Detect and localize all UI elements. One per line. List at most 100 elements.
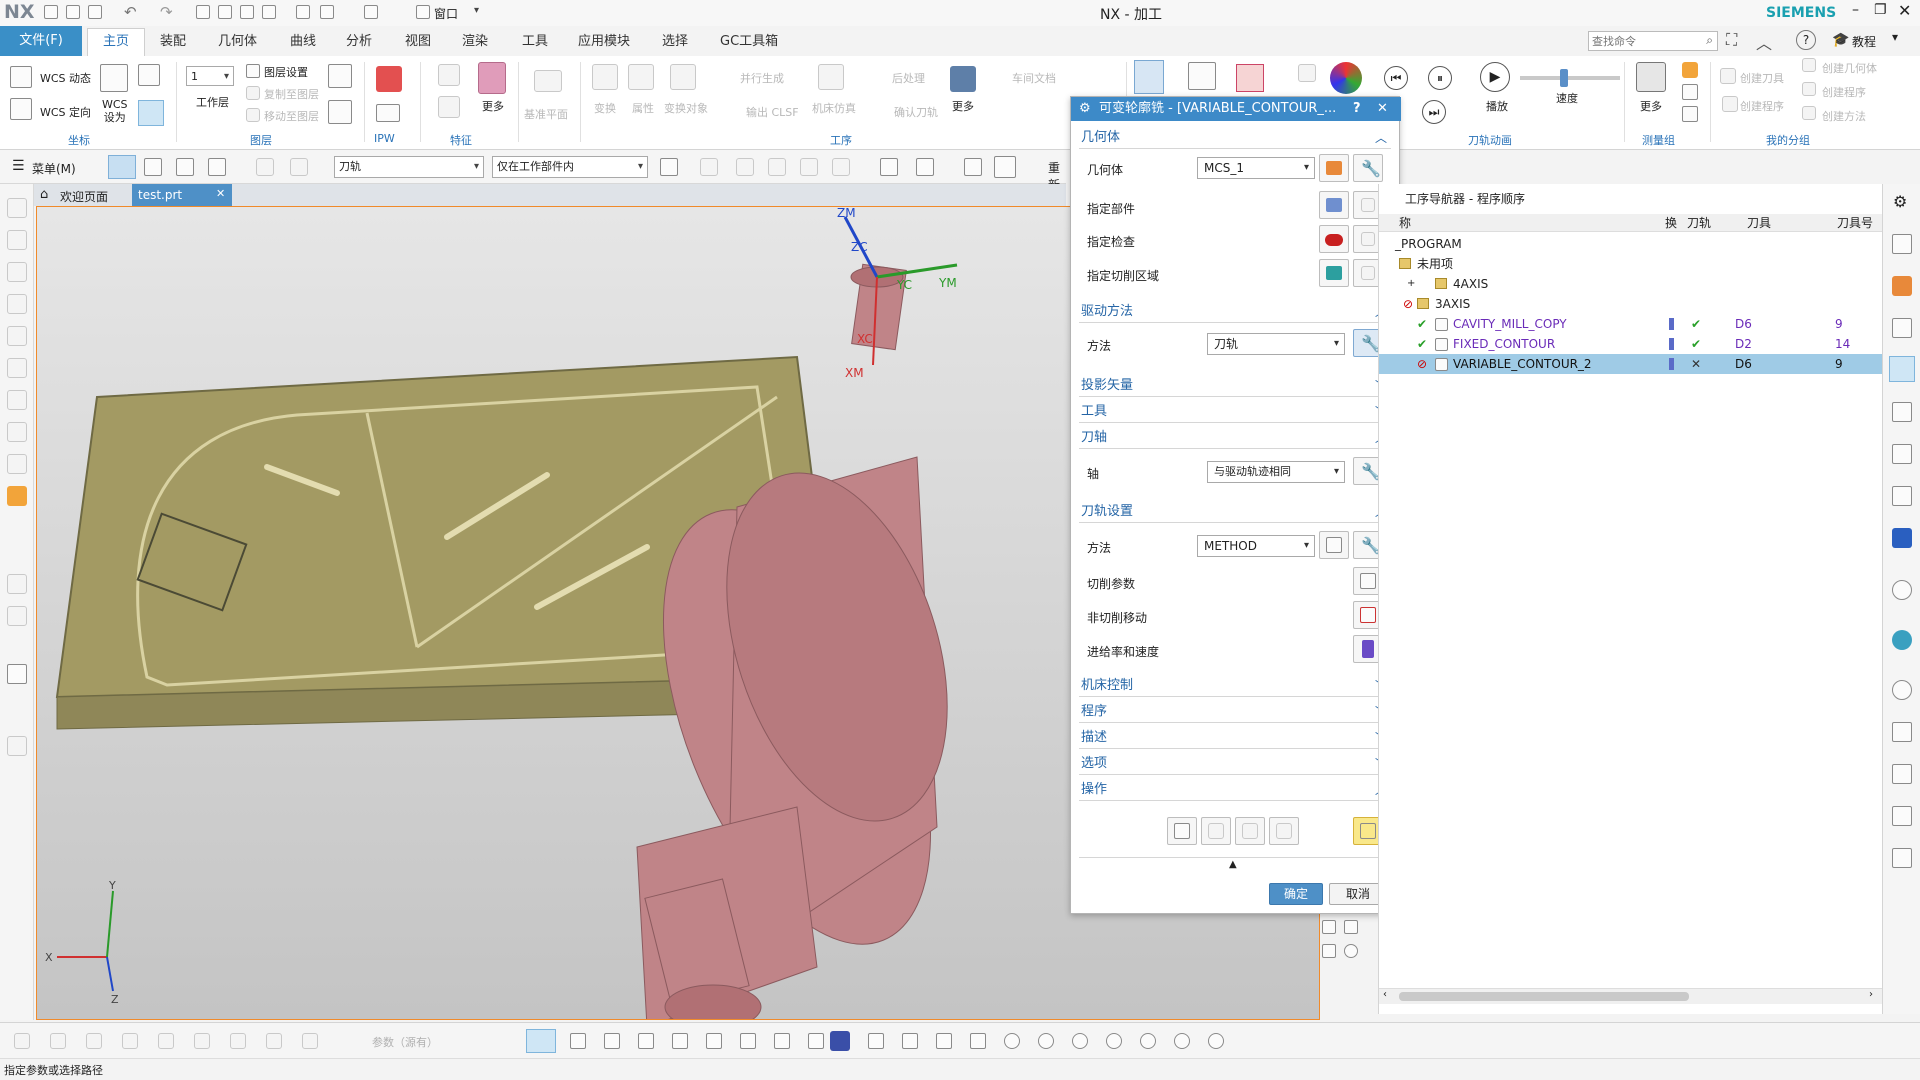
left-tool-icon-11[interactable] xyxy=(7,574,27,597)
snap-bottom-icon-7[interactable] xyxy=(230,1033,246,1052)
refresh-icon[interactable] xyxy=(364,5,378,22)
minimize-icon[interactable]: – xyxy=(1852,2,1859,18)
transform-icon[interactable] xyxy=(592,64,618,93)
measure-icon-1[interactable] xyxy=(1682,62,1698,78)
snap-circle-icon-2[interactable] xyxy=(1038,1033,1054,1052)
snap-icon-2[interactable] xyxy=(736,158,754,179)
dialog-close-icon[interactable]: ✕ xyxy=(1377,97,1388,121)
tab-home[interactable]: 主页 xyxy=(87,28,145,56)
list-icon[interactable] xyxy=(1269,817,1299,845)
layer-settings-icon[interactable] xyxy=(246,64,260,81)
left-tool-icon-6[interactable] xyxy=(7,358,27,381)
scrollbar-thumb[interactable] xyxy=(1399,992,1689,1001)
window-icon[interactable] xyxy=(416,5,430,22)
snap-icon-4[interactable] xyxy=(800,158,818,179)
snap-enable-icon[interactable] xyxy=(526,1029,556,1053)
ribbon-options-icon[interactable]: ▾ xyxy=(1892,30,1898,44)
new-geometry-icon[interactable] xyxy=(1319,154,1349,182)
nav-tool-icon-2[interactable] xyxy=(1344,920,1358,937)
create-program2-icon[interactable] xyxy=(1802,82,1816,99)
filter-icon[interactable] xyxy=(660,158,678,179)
scroll-left-icon[interactable]: ‹ xyxy=(1383,989,1387,1000)
section-path-settings[interactable]: 刀轨设置︿ xyxy=(1079,501,1391,523)
transform-object-icon[interactable] xyxy=(670,64,696,93)
window-dropdown-icon[interactable]: ▾ xyxy=(474,5,479,16)
home-icon[interactable]: ⌂ xyxy=(40,187,48,202)
postprocess-button[interactable]: 后处理 xyxy=(892,70,925,86)
tab-view[interactable]: 视图 xyxy=(405,30,431,54)
move-to-layer-button[interactable]: 移动至图层 xyxy=(264,108,319,124)
section-projection-vector[interactable]: 投影矢量﹀ xyxy=(1079,375,1391,397)
machine-sim-button[interactable]: 机床仿真 xyxy=(812,100,856,116)
feature-more-icon[interactable] xyxy=(478,62,506,94)
layer-visible-icon[interactable] xyxy=(328,64,352,91)
section-drive-method[interactable]: 驱动方法︿ xyxy=(1079,301,1391,323)
close-icon[interactable]: ✕ xyxy=(1898,1,1911,20)
snap-point-icon-10[interactable] xyxy=(902,1033,918,1052)
tutorial-icon[interactable]: 🎓 xyxy=(1832,32,1849,48)
feature-icon-1[interactable] xyxy=(438,64,460,89)
nav-tool-icon-4[interactable] xyxy=(1344,944,1358,961)
copy-to-layer-icon[interactable] xyxy=(246,86,260,103)
move-up-icon[interactable] xyxy=(1298,64,1316,85)
tab-analysis[interactable]: 分析 xyxy=(346,30,372,54)
play-button[interactable]: 播放 xyxy=(1486,98,1508,114)
render-style-icon[interactable] xyxy=(994,156,1016,181)
table-row[interactable]: ⊘ 3AXIS xyxy=(1379,294,1883,314)
section-tool[interactable]: 工具﹀ xyxy=(1079,401,1391,423)
snap-point-icon-12[interactable] xyxy=(970,1033,986,1052)
create-method-button[interactable]: 创建方法 xyxy=(1822,108,1866,124)
snap-point-icon-9[interactable] xyxy=(868,1033,884,1052)
create-tool-button[interactable]: 创建刀具 xyxy=(1740,70,1784,86)
settings-gear-icon[interactable]: ⚙ xyxy=(1893,192,1907,211)
left-tool-icon-3[interactable] xyxy=(7,262,27,285)
help-icon[interactable]: ? xyxy=(1796,30,1816,50)
create-program2-button[interactable]: 创建程序 xyxy=(1822,84,1866,100)
toolpath-list-icon[interactable] xyxy=(1188,62,1216,93)
left-tool-icon-1[interactable] xyxy=(7,198,27,221)
select-icon-4[interactable] xyxy=(208,158,226,179)
snap-bottom-icon-4[interactable] xyxy=(122,1033,138,1052)
toolpath-ipw-icon[interactable] xyxy=(1236,64,1264,92)
tab-curve[interactable]: 曲线 xyxy=(290,30,316,54)
snap-bottom-icon-2[interactable] xyxy=(50,1033,66,1052)
measure-icon-2[interactable] xyxy=(1682,84,1698,103)
snap-point-icon-1[interactable] xyxy=(570,1033,586,1052)
fullscreen-icon[interactable]: ⛶ xyxy=(1726,30,1737,50)
snap-point-icon-8[interactable] xyxy=(808,1033,824,1052)
tab-tools[interactable]: 工具 xyxy=(522,30,548,54)
part-nav-icon[interactable] xyxy=(1892,276,1912,296)
dialog-gear-icon[interactable]: ⚙ xyxy=(1079,97,1091,121)
create-method-icon[interactable] xyxy=(1802,106,1816,123)
tab-gc-toolbox[interactable]: GC工具箱 xyxy=(720,30,778,54)
system-scene-icon[interactable] xyxy=(1892,764,1912,787)
snap-circle-icon-6[interactable] xyxy=(1174,1033,1190,1052)
view-icon-2[interactable] xyxy=(916,158,934,179)
process-studio-icon[interactable] xyxy=(1892,680,1912,703)
pause-icon[interactable]: ⏸ xyxy=(1428,66,1452,90)
feature-more-button[interactable]: 更多 xyxy=(482,98,504,114)
system-materials-icon[interactable] xyxy=(1892,630,1912,650)
copy-icon[interactable] xyxy=(218,5,232,22)
table-row[interactable]: 未用项 xyxy=(1379,254,1883,274)
measure-more-button[interactable]: 更多 xyxy=(1640,98,1662,114)
command-search[interactable]: ⌕ xyxy=(1588,31,1718,51)
more-ops-icon[interactable] xyxy=(950,66,976,92)
specify-cut-area-icon[interactable] xyxy=(1319,259,1349,287)
chevron-up-icon[interactable]: ︿ xyxy=(1375,127,1387,149)
transform-button[interactable]: 变换 xyxy=(594,100,616,116)
table-row[interactable]: + 4AXIS xyxy=(1379,274,1883,294)
constraint-nav-icon[interactable] xyxy=(1892,318,1912,341)
ok-button[interactable]: 确定 xyxy=(1269,883,1323,905)
drive-method-select[interactable]: 刀轨 xyxy=(1207,333,1345,355)
left-tool-icon-12[interactable] xyxy=(7,606,27,629)
left-tool-icon-9[interactable] xyxy=(7,454,27,477)
section-program[interactable]: 程序﹀ xyxy=(1079,701,1391,723)
search-icon[interactable]: ⌕ xyxy=(1706,33,1713,48)
col-tool-number[interactable]: 刀具号 xyxy=(1837,214,1873,232)
snap-circle-icon-4[interactable] xyxy=(1106,1033,1122,1052)
step-forward-icon[interactable]: ⏭ xyxy=(1422,100,1446,124)
collapse-up-icon[interactable]: ▲ xyxy=(1229,859,1237,870)
left-tool-icon-7[interactable] xyxy=(7,390,27,413)
snap-point-icon-4[interactable] xyxy=(672,1033,688,1052)
